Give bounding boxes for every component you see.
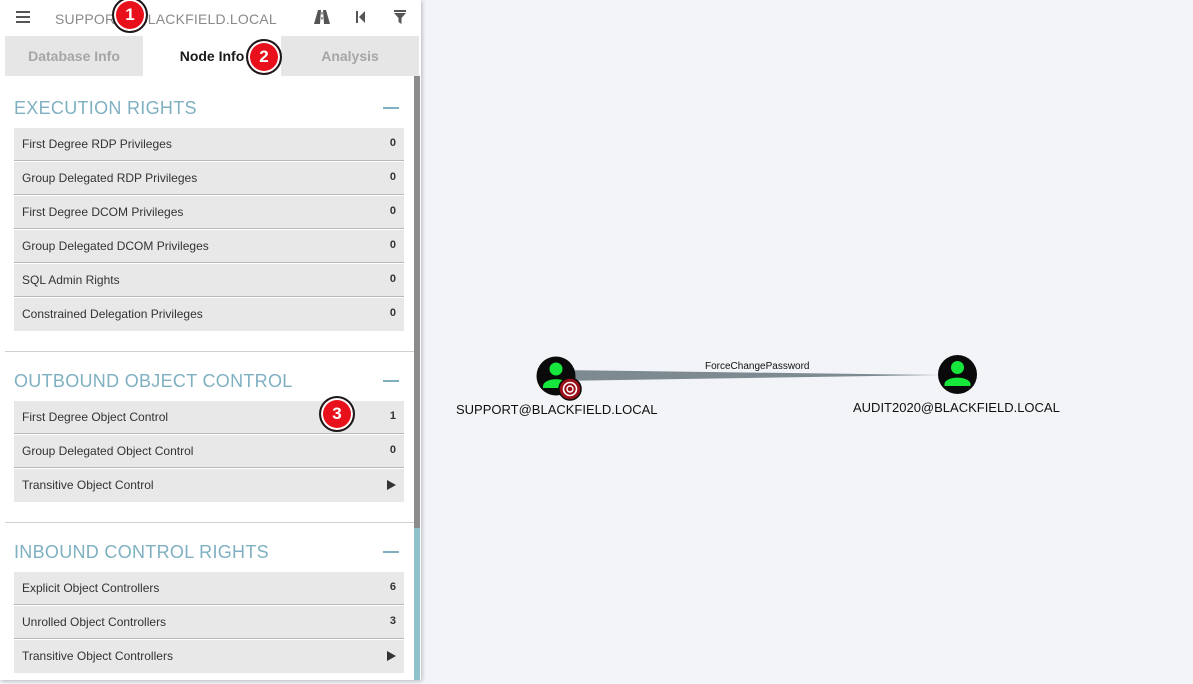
row-label: Unrolled Object Controllers bbox=[22, 615, 167, 629]
row-count: 1 bbox=[389, 410, 396, 422]
row-count: 0 bbox=[389, 273, 396, 285]
row-label: Group Delegated DCOM Privileges bbox=[22, 239, 209, 253]
section-title-inbound-control-rights: INBOUND CONTROL RIGHTS bbox=[14, 542, 269, 562]
expand-arrow-icon bbox=[387, 480, 396, 490]
table-row[interactable]: SQL Admin Rights 0 bbox=[14, 264, 404, 297]
section-divider bbox=[5, 351, 415, 352]
row-label: Transitive Object Controllers bbox=[22, 649, 173, 663]
row-label: SQL Admin Rights bbox=[22, 273, 120, 287]
table-row[interactable]: First Degree RDP Privileges 0 bbox=[14, 128, 404, 161]
road-icon[interactable] bbox=[314, 9, 330, 25]
row-count: 0 bbox=[389, 307, 396, 319]
section-divider bbox=[5, 522, 415, 523]
row-count: 0 bbox=[389, 239, 396, 251]
filter-icon[interactable] bbox=[392, 9, 408, 25]
user-node-icon[interactable] bbox=[937, 354, 979, 396]
node-label-target[interactable]: AUDIT2020@BLACKFIELD.LOCAL bbox=[853, 400, 1060, 415]
table-row[interactable]: Transitive Object Control bbox=[14, 469, 404, 502]
panel-tabs: Database Info Node Info Analysis bbox=[5, 36, 419, 76]
table-row[interactable]: Unrolled Object Controllers 3 bbox=[14, 606, 404, 639]
graph-edges bbox=[556, 370, 941, 381]
hamburger-icon[interactable] bbox=[16, 11, 30, 23]
row-count: 0 bbox=[389, 171, 396, 183]
node-label-source[interactable]: SUPPORT@BLACKFIELD.LOCAL bbox=[456, 402, 658, 417]
row-count: 3 bbox=[389, 615, 396, 627]
graph-canvas[interactable]: ForceChangePassword SUPPORT@BLACKFIELD.L… bbox=[421, 0, 1193, 684]
user-node-icon[interactable] bbox=[536, 356, 584, 402]
table-row[interactable]: Group Delegated Object Control 0 bbox=[14, 435, 404, 468]
table-row[interactable]: Group Delegated DCOM Privileges 0 bbox=[14, 230, 404, 263]
search-bar: SUPPORT@BLACKFIELD.LOCAL bbox=[0, 0, 421, 36]
collapse-icon[interactable] bbox=[383, 551, 399, 553]
scrollbar-thumb[interactable] bbox=[414, 76, 420, 528]
collapse-icon[interactable] bbox=[383, 107, 399, 109]
row-label: First Degree Object Control bbox=[22, 410, 169, 424]
annotation-badge-3: 3 bbox=[319, 396, 355, 432]
search-input[interactable]: SUPPORT@BLACKFIELD.LOCAL bbox=[55, 11, 277, 27]
row-count: 0 bbox=[389, 444, 396, 456]
row-label: Transitive Object Control bbox=[22, 478, 154, 492]
edge-label[interactable]: ForceChangePassword bbox=[705, 361, 810, 372]
row-count: 0 bbox=[389, 205, 396, 217]
expand-arrow-icon bbox=[387, 651, 396, 661]
section-title-execution-rights: EXECUTION RIGHTS bbox=[14, 98, 197, 118]
row-count: 0 bbox=[389, 137, 396, 149]
row-label: Explicit Object Controllers bbox=[22, 581, 160, 595]
row-label: First Degree DCOM Privileges bbox=[22, 205, 184, 219]
collapse-icon[interactable] bbox=[383, 380, 399, 382]
annotation-badge-2: 2 bbox=[246, 39, 282, 75]
table-row[interactable]: First Degree DCOM Privileges 0 bbox=[14, 196, 404, 229]
row-label: First Degree RDP Privileges bbox=[22, 137, 172, 151]
row-label: Group Delegated RDP Privileges bbox=[22, 171, 198, 185]
tab-database-info[interactable]: Database Info bbox=[5, 36, 143, 76]
table-row[interactable]: Constrained Delegation Privileges 0 bbox=[14, 298, 404, 331]
row-label: Constrained Delegation Privileges bbox=[22, 307, 203, 321]
table-row[interactable]: Transitive Object Controllers bbox=[14, 640, 404, 673]
panel-content: EXECUTION RIGHTS First Degree RDP Privil… bbox=[5, 76, 415, 680]
section-title-outbound-object-control: OUTBOUND OBJECT CONTROL bbox=[14, 371, 293, 391]
row-label: Group Delegated Object Control bbox=[22, 444, 194, 458]
back-icon[interactable] bbox=[353, 9, 369, 25]
node-info-panel: SUPPORT@BLACKFIELD.LOCAL Database Info N… bbox=[0, 0, 421, 680]
tab-analysis[interactable]: Analysis bbox=[281, 36, 419, 76]
row-count: 6 bbox=[389, 581, 396, 593]
table-row[interactable]: Group Delegated RDP Privileges 0 bbox=[14, 162, 404, 195]
table-row[interactable]: Explicit Object Controllers 6 bbox=[14, 572, 404, 605]
